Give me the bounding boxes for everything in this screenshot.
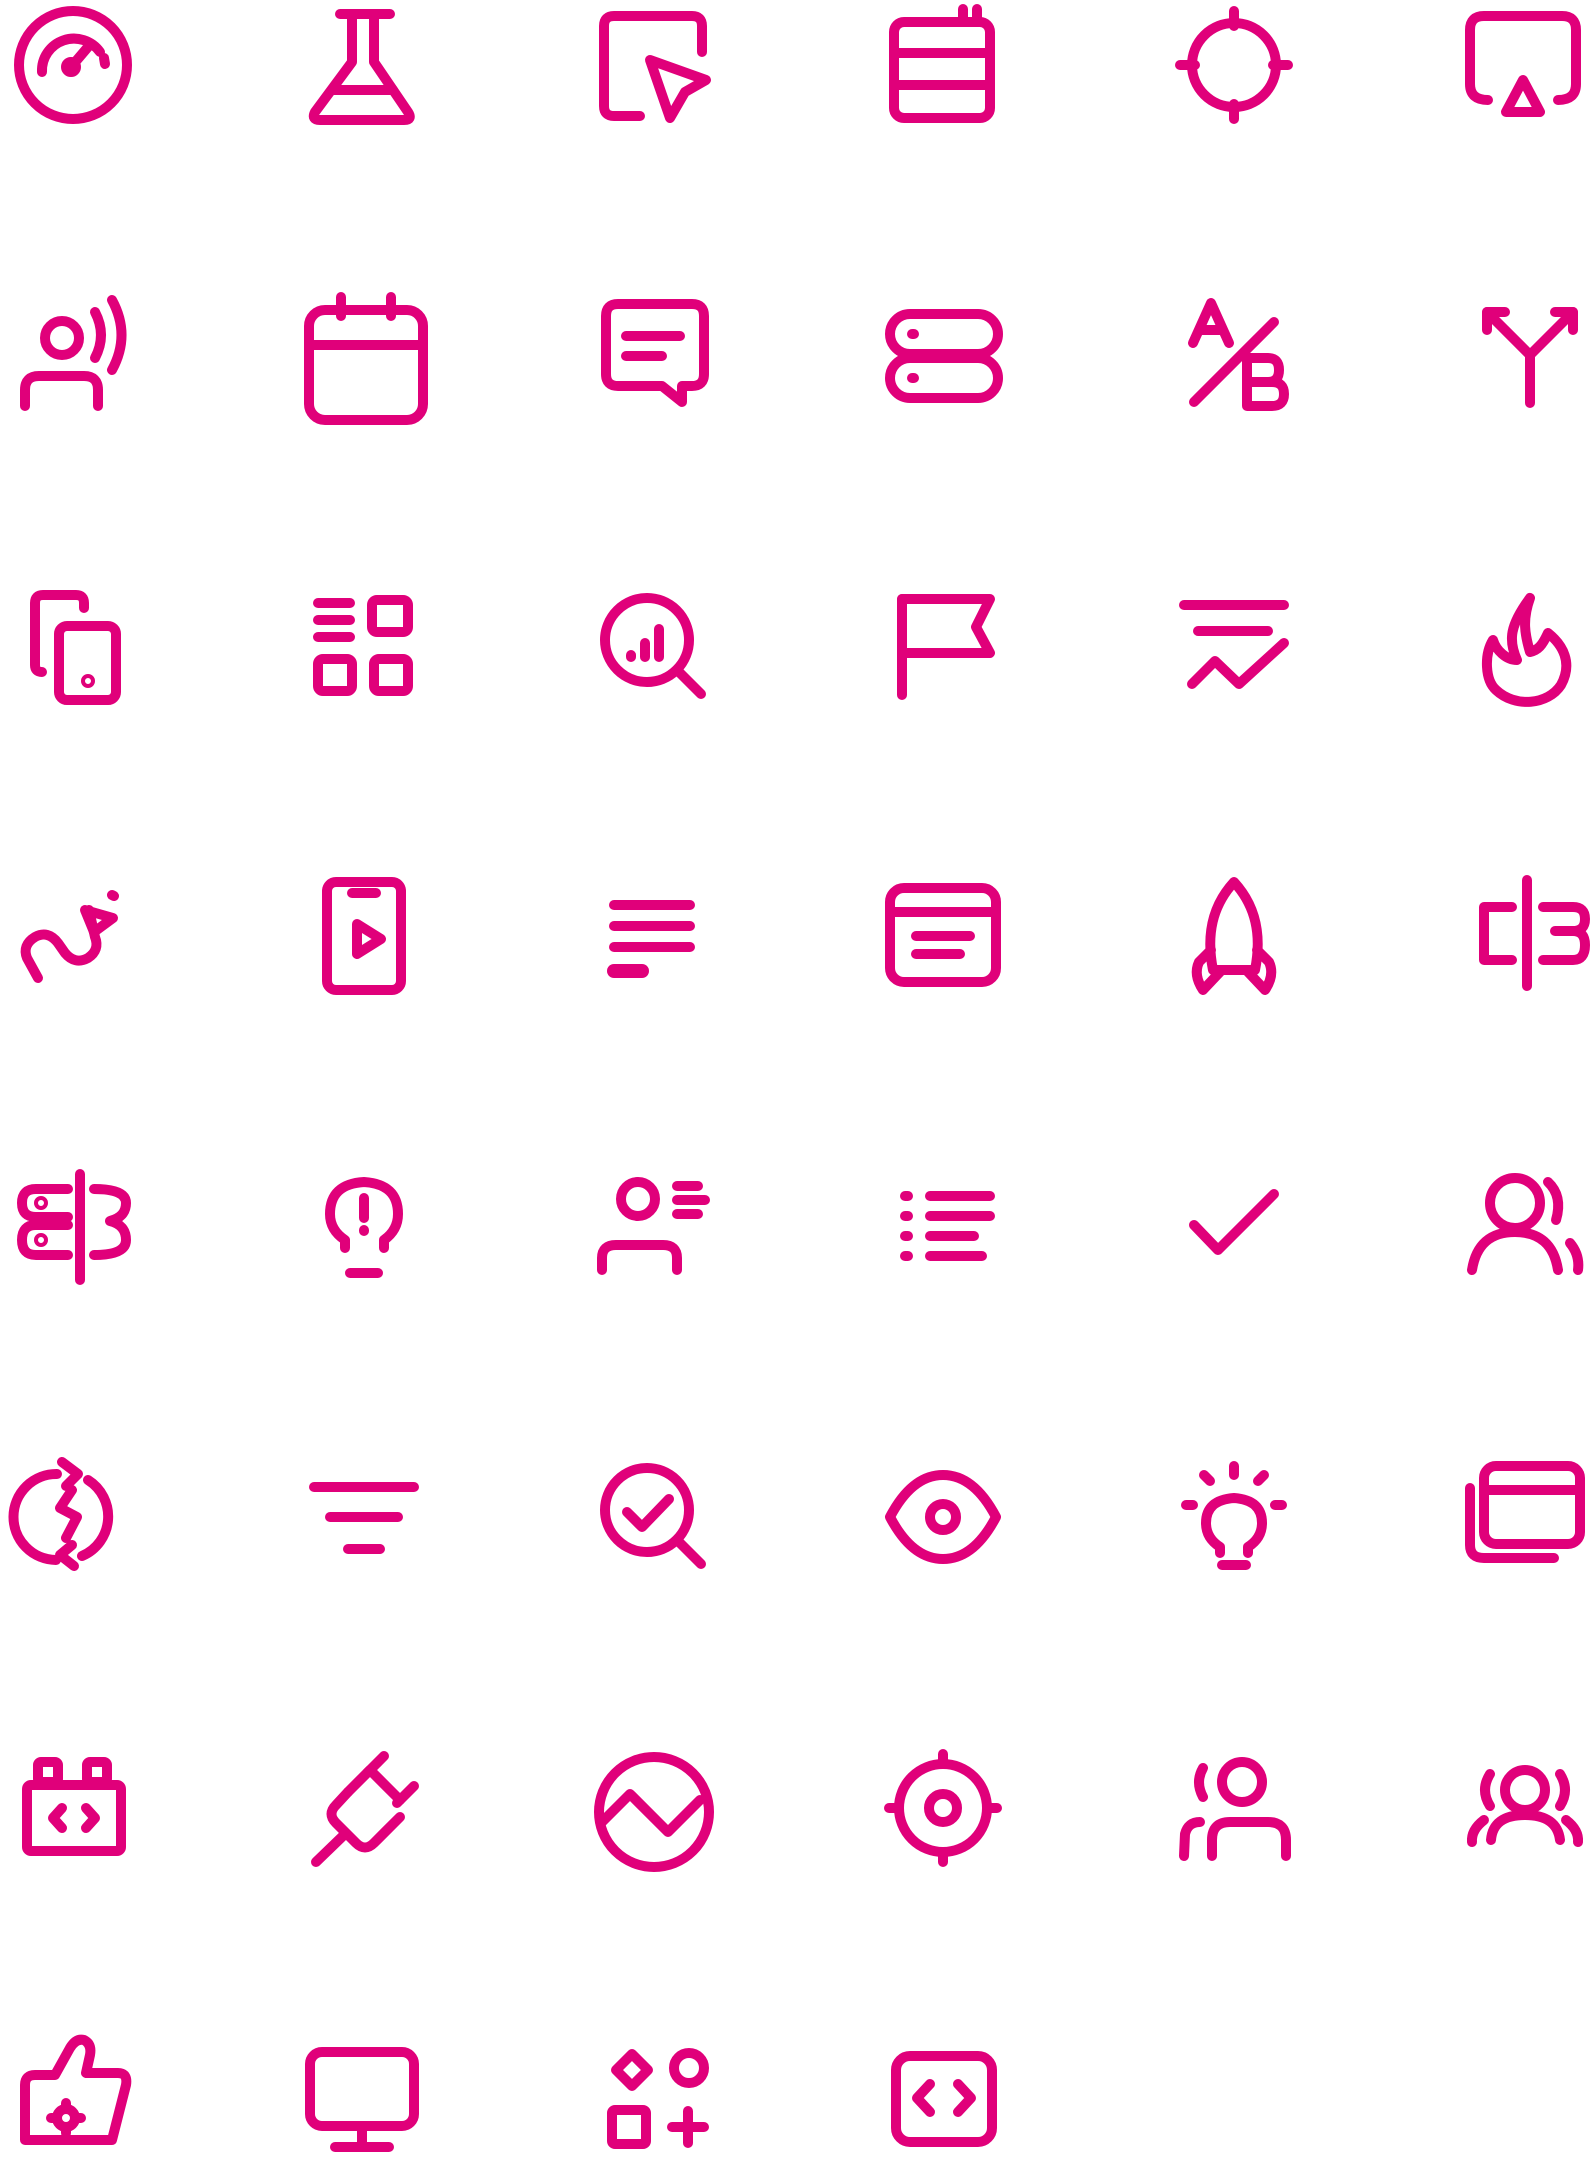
crosshair-icon bbox=[1175, 6, 1293, 124]
eye-icon bbox=[885, 1470, 1001, 1564]
windows-stack-icon bbox=[1465, 1461, 1585, 1563]
filter-icon bbox=[309, 1482, 419, 1554]
bullet-list-icon bbox=[900, 1191, 995, 1261]
target-icon bbox=[884, 1749, 1002, 1867]
lab-flask-icon bbox=[308, 9, 415, 125]
text-lines-icon bbox=[607, 900, 695, 978]
users-icon bbox=[1467, 1173, 1584, 1275]
plug-icon bbox=[311, 1751, 419, 1867]
rocket-icon bbox=[1191, 877, 1277, 995]
monitor-icon bbox=[305, 2047, 419, 2152]
trend-filter-icon bbox=[1179, 600, 1289, 689]
idea-alert-icon bbox=[325, 1177, 403, 1278]
code-battery-icon bbox=[22, 1757, 126, 1856]
browser-window-icon bbox=[885, 883, 1001, 987]
signpost-icon bbox=[1479, 875, 1590, 991]
devices-icon bbox=[30, 590, 121, 705]
mobile-video-icon bbox=[322, 877, 406, 995]
sync-bolt-icon bbox=[8, 1457, 114, 1571]
chart-circle-icon bbox=[594, 1752, 714, 1872]
calendar-icon bbox=[304, 292, 428, 425]
server-stack-icon bbox=[885, 309, 1003, 403]
airplay-icon bbox=[1465, 11, 1581, 117]
lightbulb-icon bbox=[1181, 1461, 1287, 1570]
team-icon bbox=[1466, 1765, 1584, 1847]
split-arrows-icon bbox=[1482, 307, 1578, 408]
ab-test-icon bbox=[1188, 298, 1289, 411]
cursor-click-icon bbox=[599, 11, 711, 123]
check-icon bbox=[1189, 1189, 1279, 1255]
add-shapes-icon bbox=[607, 2048, 709, 2149]
icon-grid bbox=[8, 4, 1590, 2152]
flag-icon bbox=[897, 594, 995, 700]
flame-icon bbox=[1482, 593, 1572, 707]
user-list-icon bbox=[597, 1177, 710, 1275]
database-table-icon bbox=[889, 4, 995, 123]
chat-message-icon bbox=[601, 299, 709, 407]
speedometer-icon bbox=[14, 6, 132, 124]
search-check-icon bbox=[600, 1463, 706, 1569]
search-analytics-icon bbox=[600, 593, 706, 699]
directions-sign-icon bbox=[17, 1169, 131, 1285]
icon-sheet bbox=[0, 0, 1596, 2162]
user-speaking-icon bbox=[20, 295, 127, 411]
code-block-icon bbox=[891, 2051, 997, 2147]
user-focus-icon bbox=[1179, 1757, 1291, 1861]
thumbs-up-settings-icon bbox=[20, 2034, 132, 2145]
dashboard-grid-icon bbox=[313, 595, 413, 696]
journey-path-icon bbox=[20, 890, 119, 983]
